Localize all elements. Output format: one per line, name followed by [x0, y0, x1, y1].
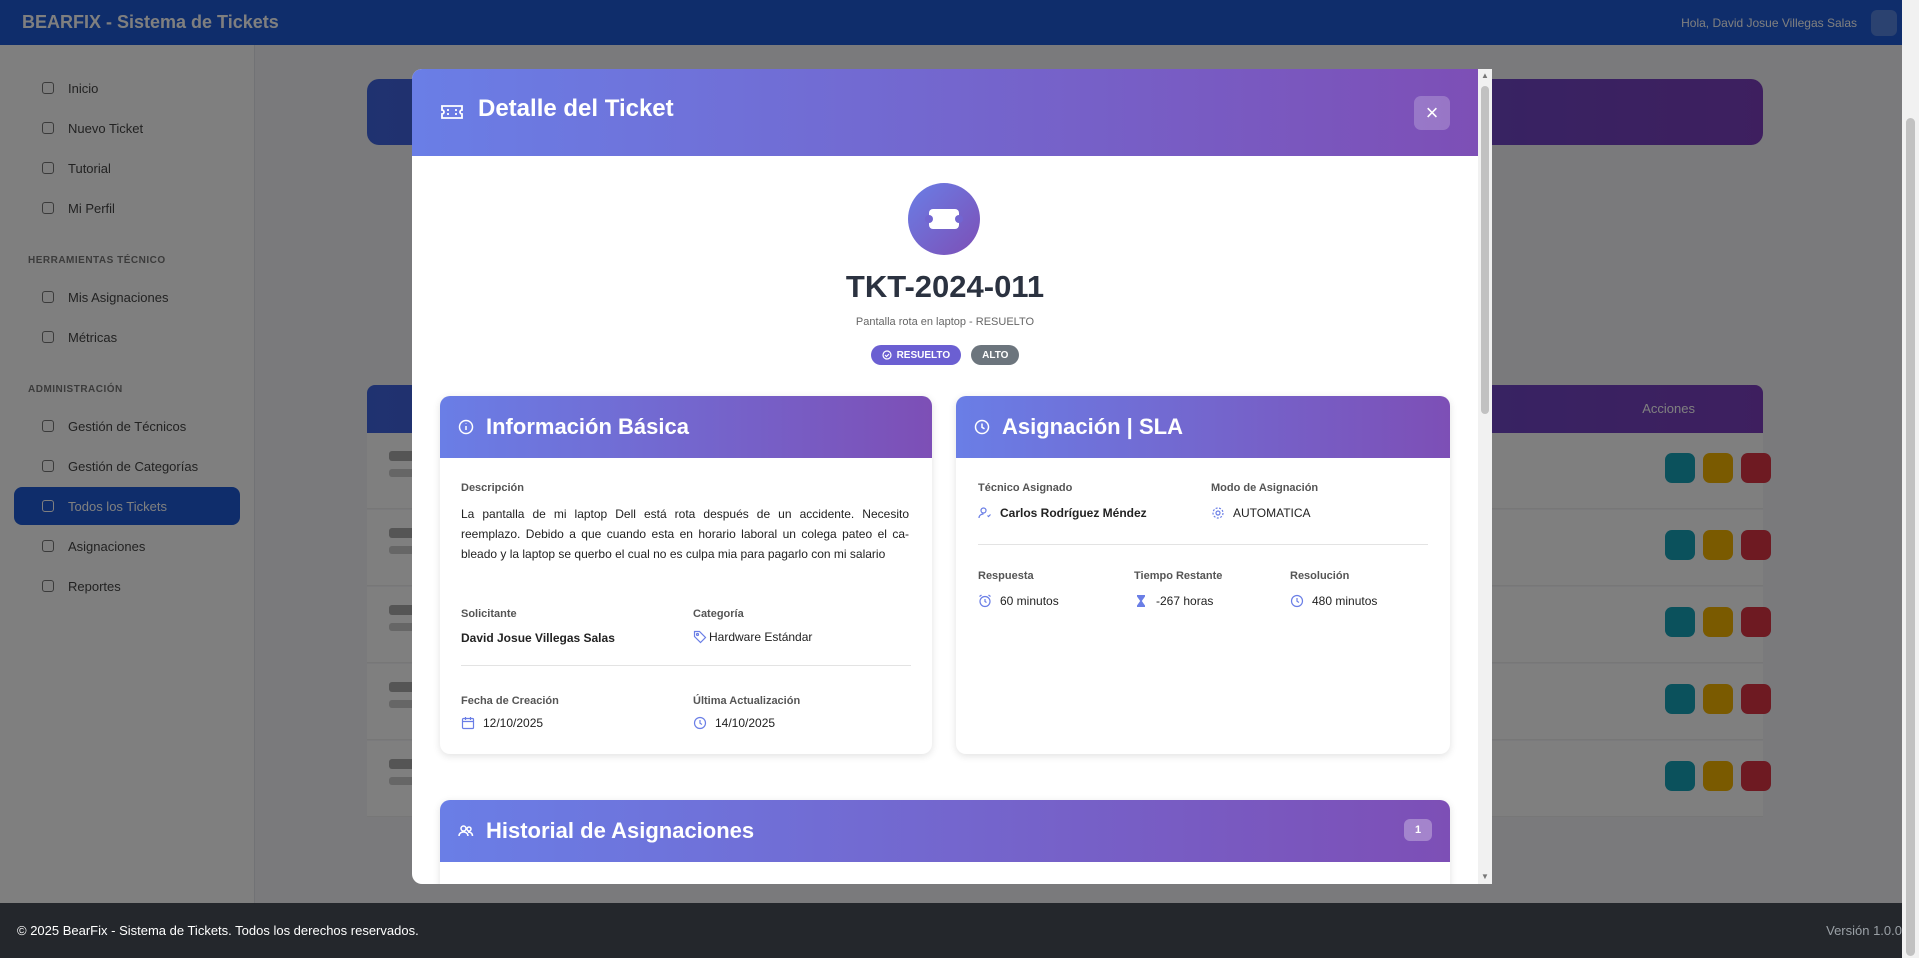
updated-text: 14/10/2025 [715, 716, 776, 730]
basic-info-card: Información Básica Descripción La pantal… [440, 396, 932, 754]
check-circle-icon [881, 350, 892, 360]
mode-label: Modo de Asignación [1211, 482, 1319, 494]
resolution-value: 480 minutos [1290, 594, 1377, 608]
close-icon: × [1425, 100, 1439, 125]
tech-text: Carlos Rodríguez Méndez [1000, 506, 1147, 520]
scroll-down-arrow-icon[interactable]: ▼ [1481, 872, 1489, 881]
assignment-header: Asignación | SLA [956, 396, 1450, 458]
info-icon [458, 419, 474, 435]
ticket-icon [441, 105, 463, 119]
alarm-icon [979, 594, 991, 608]
updated-value: 14/10/2025 [693, 716, 775, 730]
gear-icon [1212, 507, 1224, 519]
response-text: 60 minutos [1000, 594, 1059, 608]
response-value: 60 minutos [978, 594, 1059, 608]
description-text: La pantalla de mi laptop Dell está rota … [461, 507, 909, 561]
created-label: Fecha de Creación [461, 695, 559, 707]
ticket-detail-modal: Detalle del Ticket × ▲ ▼ TKT-2024-011 Pa… [412, 69, 1492, 884]
remaining-value: -267 horas [1134, 594, 1213, 608]
clock-icon [1290, 594, 1304, 608]
history-header[interactable]: Historial de Asignaciones 1 [440, 800, 1450, 862]
modal-scrollbar[interactable]: ▲ ▼ [1478, 69, 1492, 884]
tech-value: Carlos Rodríguez Méndez [978, 506, 1147, 520]
ticket-code: TKT-2024-011 [845, 269, 1045, 304]
footer-copyright: © 2025 BearFix - Sistema de Tickets. Tod… [17, 923, 419, 938]
basic-info-header: Información Básica [440, 396, 932, 458]
scroll-up-arrow-icon[interactable]: ▲ [1481, 71, 1489, 80]
close-button[interactable]: × [1414, 96, 1450, 130]
footer-version: Versión 1.0.0 [1826, 923, 1902, 938]
clock-icon [693, 716, 707, 730]
description-label: Descripción [461, 482, 524, 494]
clock-icon [974, 419, 990, 435]
resolution-text: 480 minutos [1312, 594, 1378, 608]
hourglass-icon [1137, 595, 1145, 607]
history-card: Historial de Asignaciones 1 [440, 800, 1450, 884]
divider [461, 665, 911, 666]
remaining-text: -267 horas [1156, 594, 1214, 608]
modal-header: Detalle del Ticket × [412, 69, 1478, 156]
created-text: 12/10/2025 [483, 716, 544, 730]
mode-value: AUTOMATICA [1211, 506, 1311, 520]
assignment-title: Asignación | SLA [1002, 414, 1183, 439]
history-title: Historial de Asignaciones [486, 818, 755, 843]
user-cog-icon [978, 507, 991, 519]
page-scrollbar-thumb[interactable] [1906, 118, 1915, 956]
history-count-badge: 1 [1404, 819, 1432, 841]
modal-scrollbar-thumb[interactable] [1481, 86, 1489, 414]
resolution-label: Resolución [1290, 570, 1350, 582]
priority-badge-label: ALTO [982, 349, 1009, 361]
priority-badge: ALTO [971, 345, 1020, 365]
assignment-card: Asignación | SLA Técnico Asignado Carlos… [956, 396, 1450, 754]
ticket-avatar-icon [908, 183, 980, 255]
requester-label: Solicitante [461, 608, 517, 620]
divider [978, 544, 1428, 545]
remaining-label: Tiempo Restante [1134, 570, 1223, 582]
ticket-subtitle: Pantalla rota en laptop - RESUELTO [855, 316, 1035, 328]
tech-label: Técnico Asignado [978, 482, 1073, 494]
response-label: Respuesta [978, 570, 1034, 582]
requester-value: David Josue Villegas Salas [461, 631, 615, 645]
status-badge: RESUELTO [870, 345, 962, 365]
created-value: 12/10/2025 [461, 716, 543, 730]
page-scrollbar[interactable] [1902, 0, 1919, 958]
category-value: Hardware Estándar [693, 630, 812, 644]
status-badge-label: RESUELTO [896, 349, 951, 361]
ticket-badges: RESUELTO ALTO [412, 345, 1478, 365]
category-label: Categoría [693, 608, 744, 620]
updated-label: Última Actualización [693, 695, 801, 707]
category-text: Hardware Estándar [709, 630, 813, 644]
calendar-icon [461, 717, 475, 730]
footer: © 2025 BearFix - Sistema de Tickets. Tod… [0, 903, 1919, 958]
modal-title: Detalle del Ticket [478, 95, 674, 122]
mode-text: AUTOMATICA [1233, 506, 1311, 520]
basic-info-title: Información Básica [486, 414, 689, 439]
tag-icon [693, 630, 707, 644]
users-icon [458, 825, 474, 837]
